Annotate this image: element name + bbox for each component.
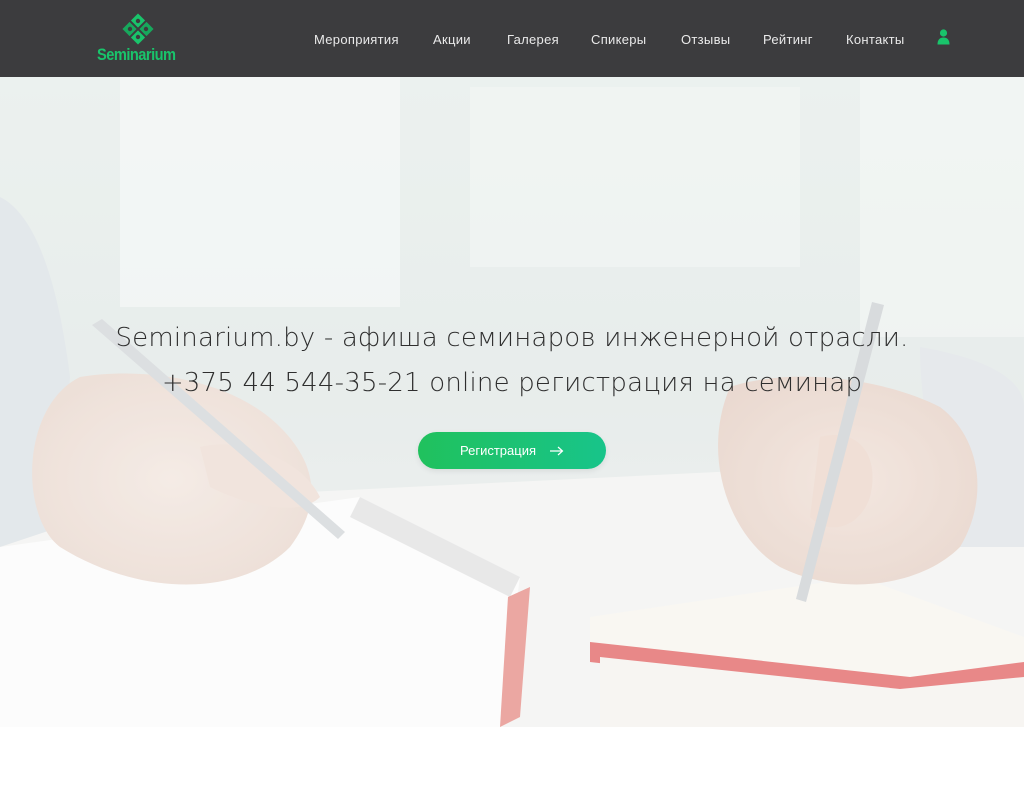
registration-button[interactable]: Регистрация bbox=[418, 432, 606, 469]
logo-text: Seminarium bbox=[97, 45, 176, 64]
hero-background-image bbox=[0, 77, 1024, 727]
nav-item-contacts[interactable]: Контакты bbox=[846, 32, 905, 47]
hero-headline: Seminarium.by - афиша семинаров инженерн… bbox=[115, 323, 909, 353]
nav-item-events[interactable]: Мероприятия bbox=[314, 32, 399, 47]
nav-item-rating[interactable]: Рейтинг bbox=[763, 32, 813, 47]
nav-item-reviews[interactable]: Отзывы bbox=[681, 32, 730, 47]
site-logo[interactable]: Seminarium bbox=[97, 12, 179, 66]
top-navbar: Seminarium Мероприятия Акции Галерея Спи… bbox=[0, 0, 1024, 77]
nav-item-gallery[interactable]: Галерея bbox=[507, 32, 559, 47]
nav-item-speakers[interactable]: Спикеры bbox=[591, 32, 646, 47]
hero-subheadline: +375 44 544-35-21 online регистрация на … bbox=[161, 368, 863, 398]
nav-item-promotions[interactable]: Акции bbox=[433, 32, 471, 47]
hero-section: Seminarium.by - афиша семинаров инженерн… bbox=[0, 77, 1024, 727]
registration-button-label: Регистрация bbox=[460, 443, 536, 458]
logo-puzzle-icon bbox=[122, 13, 154, 45]
arrow-right-icon bbox=[550, 446, 564, 455]
user-icon[interactable] bbox=[937, 29, 950, 45]
